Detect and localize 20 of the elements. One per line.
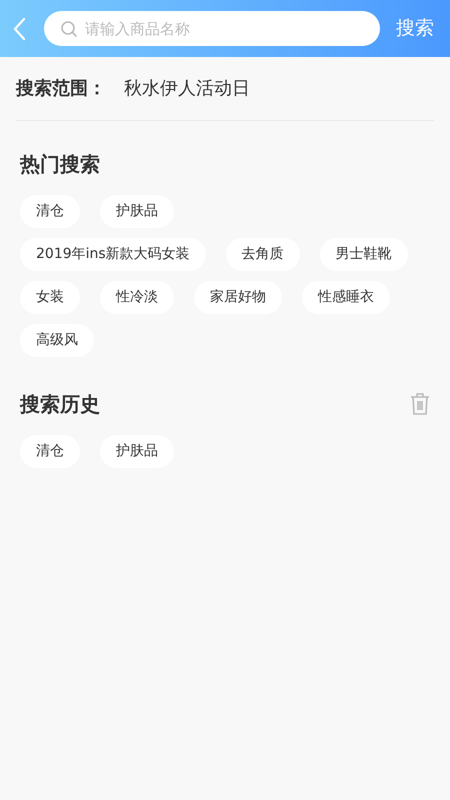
- scope-label: 搜索范围：: [16, 77, 107, 101]
- trash-icon[interactable]: [410, 392, 430, 416]
- scope-value: 秋水伊人活动日: [124, 77, 250, 101]
- tag-chip[interactable]: 性感睡衣: [302, 281, 390, 314]
- tag-chip[interactable]: 清仓: [20, 435, 80, 468]
- search-field[interactable]: 请输入商品名称: [44, 11, 380, 46]
- tag-chip[interactable]: 去角质: [226, 238, 300, 271]
- tag-chip[interactable]: 清仓: [20, 195, 80, 228]
- tag-chip[interactable]: 性冷淡: [100, 281, 174, 314]
- tag-chip[interactable]: 家居好物: [194, 281, 282, 314]
- tag-chip[interactable]: 2019年ins新款大码女装: [20, 238, 206, 271]
- section-title: 热门搜索: [20, 151, 101, 178]
- tag-chip[interactable]: 女装: [20, 281, 80, 314]
- search-icon: [60, 20, 78, 38]
- back-icon[interactable]: [12, 16, 26, 40]
- tag-chip[interactable]: 护肤品: [100, 195, 174, 228]
- tag-chip[interactable]: 男士鞋靴: [320, 238, 408, 271]
- tag-chip[interactable]: 护肤品: [100, 435, 174, 468]
- tag-chip[interactable]: 高级风: [20, 324, 94, 357]
- section-title: 搜索历史: [20, 391, 100, 418]
